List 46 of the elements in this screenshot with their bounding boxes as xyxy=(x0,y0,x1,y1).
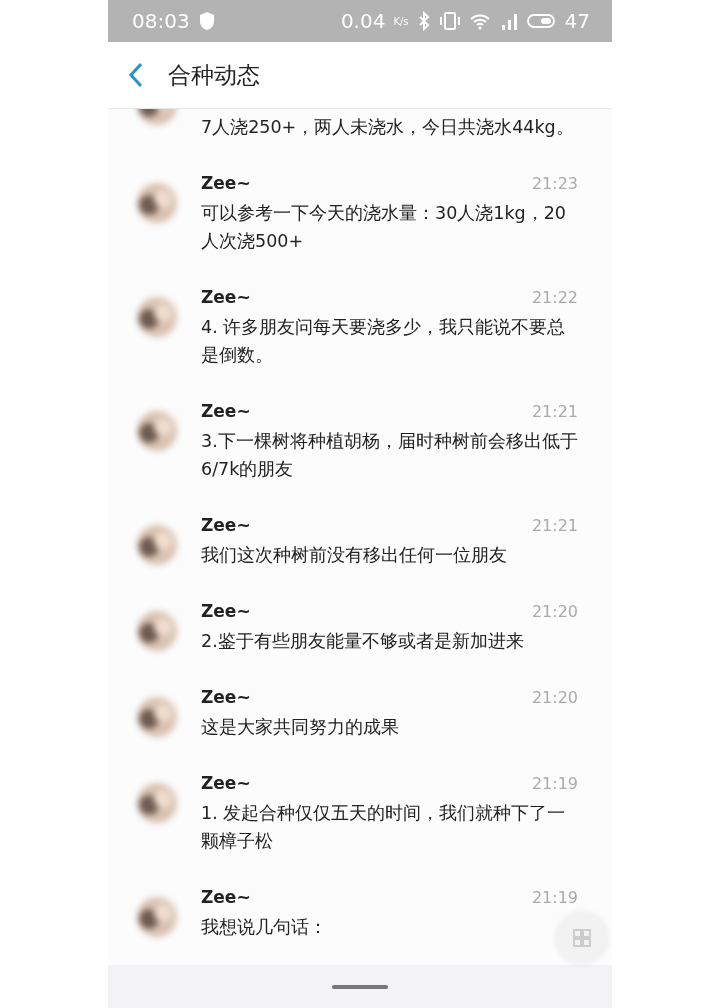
message-time: 21:19 xyxy=(531,887,578,907)
message-time: 21:19 xyxy=(531,773,578,793)
back-button[interactable] xyxy=(128,62,144,88)
avatar xyxy=(135,695,179,739)
message-text: 3.下一棵树将种植胡杨，届时种树前会移出低于6/7k的朋友 xyxy=(201,430,578,481)
avatar xyxy=(135,295,179,339)
sender-name: Zee~ xyxy=(201,287,251,307)
sender-name: Zee~ xyxy=(201,173,251,193)
avatar xyxy=(135,895,179,939)
avatar xyxy=(135,609,179,653)
message-text: 4. 许多朋友问每天要浇多少，我只能说不要总是倒数。 xyxy=(201,316,567,367)
avatar xyxy=(135,523,179,567)
message-time: 21:20 xyxy=(531,601,578,621)
message-time: 21:21 xyxy=(531,401,578,421)
message-time: 21:23 xyxy=(531,173,578,193)
speed-unit: K/s xyxy=(393,15,409,27)
message-text: 2.鉴于有些朋友能量不够或者是新加进来 xyxy=(201,630,525,653)
battery-icon xyxy=(526,11,557,31)
avatar xyxy=(135,781,179,825)
sender-name: Zee~ xyxy=(201,601,251,621)
vibrate-icon xyxy=(438,11,461,31)
message-text: 这是大家共同努力的成果 xyxy=(201,716,400,739)
avatar xyxy=(135,409,179,453)
message-time: 21:21 xyxy=(531,515,578,535)
wifi-icon xyxy=(468,11,491,31)
battery-level: 47 xyxy=(564,9,590,33)
message-text: 我想说几句话： xyxy=(201,916,328,939)
message-text: 我们这次种树前没有移出任何一位朋友 xyxy=(201,544,508,567)
message-text: 7人浇250+，两人未浇水，今日共浇水44kg。 xyxy=(201,116,575,139)
message-time: 21:22 xyxy=(531,287,578,307)
shield-icon xyxy=(197,11,216,31)
home-indicator[interactable] xyxy=(332,984,388,989)
message-text: 可以参考一下今天的浇水量：30人浇1kg，20人次浇500+ xyxy=(201,202,567,253)
bluetooth-icon xyxy=(416,11,431,31)
sender-name: Zee~ xyxy=(201,687,251,707)
sender-name: Zee~ xyxy=(201,515,251,535)
sender-name: Zee~ xyxy=(201,773,251,793)
grid-icon xyxy=(570,926,594,950)
message-text: 1. 发起合种仅仅五天的时间，我们就种下了一颗樟子松 xyxy=(201,802,567,853)
clock-time: 08:03 xyxy=(132,9,190,33)
sender-name: Zee~ xyxy=(201,401,251,421)
page-title: 合种动态 xyxy=(168,60,260,90)
message-time: 21:20 xyxy=(531,687,578,707)
sender-name: Zee~ xyxy=(201,887,251,907)
avatar xyxy=(135,181,179,225)
network-speed: 0.04 xyxy=(340,9,386,33)
